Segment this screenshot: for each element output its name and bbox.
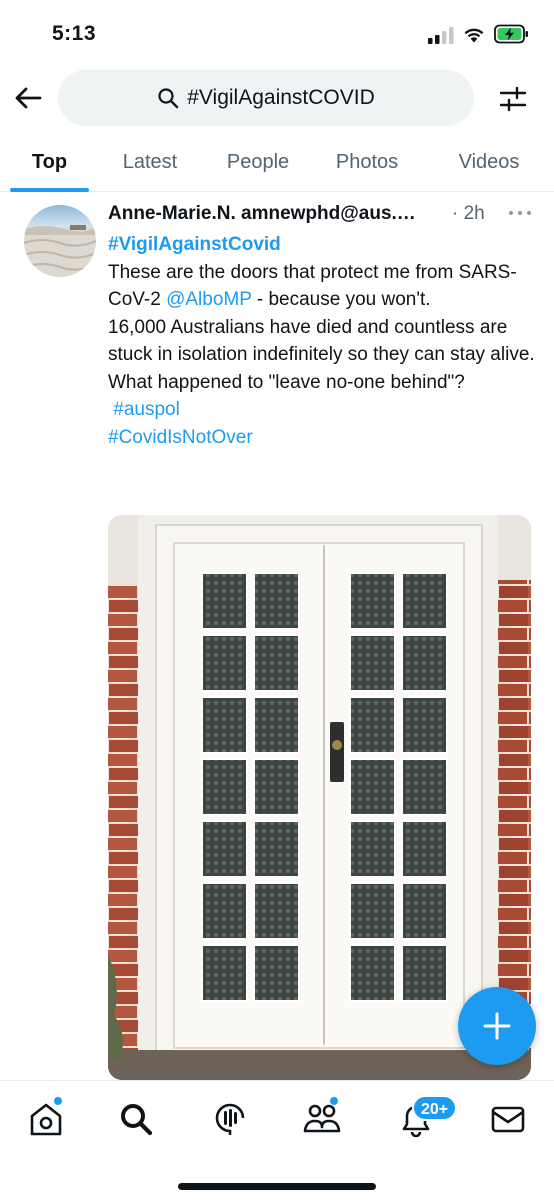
avatar[interactable] (24, 205, 96, 277)
more-options-icon[interactable] (508, 207, 532, 219)
search-query: #VigilAgainstCOVID (187, 86, 375, 109)
tab-label: Videos (458, 150, 520, 173)
author-name[interactable]: Anne-Marie.N. (108, 203, 236, 224)
search-icon (158, 88, 179, 109)
tab-photos[interactable]: Photos (320, 132, 414, 192)
filter-sliders-icon[interactable] (498, 84, 528, 114)
compose-tweet-button[interactable] (458, 987, 536, 1065)
bottom-navigation: 20+ (0, 1080, 554, 1200)
search-input[interactable]: #VigilAgainstCOVID (58, 70, 474, 126)
notification-badge: 20+ (412, 1095, 458, 1121)
search-header: #VigilAgainstCOVID (0, 70, 554, 126)
tab-label: People (226, 150, 290, 173)
hashtag-link[interactable]: #auspol (113, 399, 180, 420)
active-tab-indicator (10, 188, 89, 192)
home-indicator (178, 1183, 376, 1190)
tweet[interactable]: Anne-Marie.N. amnewphd@aus.… · 2h #Vigil… (0, 193, 554, 1083)
signal-icon (428, 27, 454, 44)
mention-link[interactable]: @AlboMP (166, 289, 251, 310)
author-handle[interactable]: amnewphd@aus.… (241, 203, 416, 224)
tweet-text-part: - because you won't. (251, 289, 431, 310)
tab-label: Photos (335, 150, 399, 173)
communities-icon[interactable] (302, 1099, 342, 1139)
communities-notification-dot (330, 1097, 338, 1105)
back-arrow-icon[interactable] (12, 82, 44, 114)
messages-icon[interactable] (488, 1099, 528, 1139)
home-notification-dot (54, 1097, 62, 1105)
hashtag-link[interactable]: #CovidIsNotOver (108, 427, 253, 448)
search-tabs: Top Latest People Photos Videos (0, 132, 554, 192)
tab-label: Latest (122, 150, 178, 173)
battery-charging-icon (494, 24, 528, 44)
tweet-text-part: 16,000 Australians have died and countle… (108, 316, 535, 366)
tab-videos[interactable]: Videos (442, 132, 536, 192)
status-time: 5:13 (52, 22, 97, 45)
spaces-icon[interactable] (210, 1099, 250, 1139)
status-bar: 5:13 (0, 0, 554, 66)
home-icon[interactable] (26, 1099, 66, 1139)
tweet-photo[interactable] (108, 515, 531, 1080)
tweet-time: · 2h (452, 203, 485, 224)
search-icon[interactable] (116, 1099, 156, 1139)
tab-people[interactable]: People (212, 132, 304, 192)
tweet-text-part: What happened to "leave no-one behind"? (108, 371, 465, 393)
plus-icon (483, 1012, 511, 1040)
hashtag-link[interactable]: #VigilAgainstCovid (108, 234, 281, 255)
tweet-text: #VigilAgainstCovid These are the doors t… (108, 231, 538, 451)
wifi-icon (464, 28, 484, 43)
tab-top[interactable]: Top (10, 132, 89, 192)
tab-latest[interactable]: Latest (104, 132, 196, 192)
tab-label: Top (31, 150, 68, 173)
